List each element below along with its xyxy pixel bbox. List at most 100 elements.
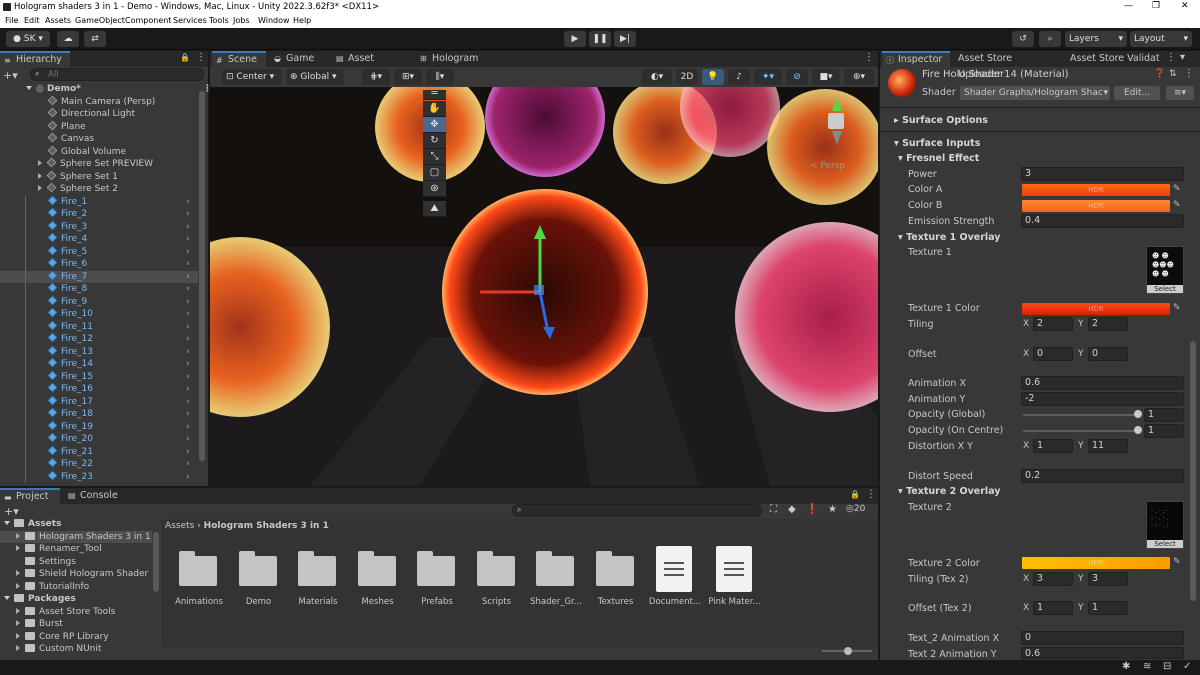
menu-assets[interactable]: Assets [45,16,71,25]
help-icon[interactable]: ❓ [1154,69,1165,79]
camera-icon[interactable]: ■▾ [812,69,840,85]
surface-inputs-foldout[interactable]: ▾ Surface Inputs [894,138,980,149]
draw-mode-icon[interactable]: ◐▾ [642,69,672,85]
tab-console[interactable]: ▤ Console [64,488,126,504]
projection-label[interactable]: < Persp [810,161,845,171]
tab-project[interactable]: ▬ Project [0,488,60,504]
animation-y-field[interactable]: -2 [1021,392,1184,406]
tiling2-x-field[interactable]: 3 [1033,572,1073,586]
tree-item[interactable]: TutorialInfo [16,581,89,594]
asset-folder[interactable]: Materials [288,541,348,611]
offset-y-field[interactable]: 0 [1088,347,1128,361]
shader-menu-icon[interactable]: ≡▾ [1166,86,1194,100]
hierarchy-item-fire[interactable]: Fire_6 › [0,257,198,271]
hierarchy-item-fire[interactable]: Fire_17 › [0,395,198,408]
chevron-right-icon[interactable]: › [186,246,190,259]
fresnel-foldout[interactable]: ▾ Fresnel Effect [898,153,979,164]
filter-label-icon[interactable]: ◆ [788,504,796,515]
opacity-global-field[interactable]: 1 [1144,408,1184,422]
menu-tools[interactable]: Tools [209,16,229,25]
tab-hologram-shader[interactable]: ⊞Hologram Shader [416,51,516,80]
asset-folder[interactable]: Meshes [348,541,408,611]
texture2-slot[interactable]: ·.·:·:·.·. ·:·.: Select [1146,501,1184,549]
global-space-dropdown[interactable]: ⊕ Global ▾ [286,69,344,85]
eyedropper-icon[interactable]: ✎ [1173,304,1182,313]
hierarchy-item[interactable]: Sphere Set PREVIEW [38,157,153,171]
more-icon[interactable]: ⋮ [866,489,876,500]
snap-increment-icon[interactable]: ⊞▾ [394,69,422,85]
chevron-right-icon[interactable]: › [186,371,190,384]
hierarchy-item-fire[interactable]: Fire_10 › [0,307,198,321]
chevron-right-icon[interactable]: › [186,208,190,221]
chevron-right-icon[interactable]: › [186,296,190,309]
text2-animation-x-field[interactable]: 0 [1021,631,1184,645]
audio-icon[interactable]: ♪ [728,69,750,85]
tiling-y-field[interactable]: 2 [1088,317,1128,331]
asset-folder[interactable]: Prefabs [407,541,467,611]
hidden-objects-icon[interactable]: ⊘ [786,69,808,85]
chevron-right-icon[interactable]: › [186,333,190,346]
cloud-icon[interactable]: ☁ [57,31,79,47]
menu-services[interactable]: Services [173,16,207,25]
chevron-right-icon[interactable]: › [186,283,190,296]
hierarchy-item[interactable]: Sphere Set 1 [38,170,118,184]
slider-knob[interactable] [1134,410,1142,418]
rotate-tool-icon[interactable]: ↻ [423,133,446,149]
add-icon[interactable]: +▾ [3,69,25,82]
more-icon[interactable]: ⋮ [196,52,206,63]
scale-tool-icon[interactable]: ⤡ [423,149,446,165]
asset-folder[interactable]: Animations [169,541,229,611]
chevron-right-icon[interactable]: › [186,433,190,446]
chevron-right-icon[interactable]: › [186,471,190,484]
tree-item[interactable]: Shield Hologram Shader [16,568,148,581]
bug-icon[interactable]: ✱ [1122,661,1130,672]
lighting-icon[interactable]: 💡 [702,69,724,85]
tab-asset-store[interactable]: ▤Asset Store [332,51,408,80]
transform-tool-icon[interactable]: ⊛ [423,181,446,197]
texture1-slot[interactable]: ☻ ☻ ☻☻☻ ☻ ☻ Select [1146,246,1184,294]
menu-component[interactable]: Component [125,16,171,25]
tree-item[interactable]: Asset Store Tools [16,606,115,619]
offset2-x-field[interactable]: 1 [1033,601,1073,615]
gizmos-icon[interactable]: ⊕▾ [844,69,874,85]
effects-icon[interactable]: ✦▾ [754,69,782,85]
hierarchy-item-fire[interactable]: Fire_11 › [0,320,198,333]
tree-assets[interactable]: Assets [4,518,61,531]
check-circle-icon[interactable]: ✓ [1183,661,1191,672]
menu-help[interactable]: Help [293,16,311,25]
hierarchy-item-fire[interactable]: Fire_3 › [0,220,198,234]
texture1-overlay-foldout[interactable]: ▾ Texture 1 Overlay [898,232,1001,243]
hierarchy-item-fire[interactable]: Fire_2 › [0,207,198,221]
menu-window[interactable]: Window [258,16,290,25]
pause-button[interactable]: ❚❚ [589,31,611,47]
tiling-x-field[interactable]: 2 [1033,317,1073,331]
hierarchy-item-fire[interactable]: Fire_4 › [0,232,198,246]
chevron-right-icon[interactable]: › [186,221,190,234]
layers-dropdown[interactable]: Layers ▾ [1065,31,1127,47]
network-icon[interactable]: ⊟ [1163,661,1171,672]
move-tool-icon[interactable]: ✥ [423,117,446,133]
tab-asset-store-validator[interactable]: Asset Store Validat [1064,51,1162,67]
tree-item[interactable]: Hologram Shaders 3 in 1 [0,530,152,543]
tree-item[interactable]: Core RP Library [16,631,109,644]
tree-item[interactable]: Burst [16,618,63,631]
step-button[interactable]: ▶| [614,31,636,47]
chevron-right-icon[interactable]: › [186,233,190,246]
hierarchy-item-fire[interactable]: Fire_1 › [0,195,198,208]
shader-dropdown[interactable]: Shader Graphs/Hologram Shac ▾ [960,86,1110,100]
texture1-color-swatch[interactable]: HDR [1022,303,1170,315]
hierarchy-item-fire[interactable]: Fire_5 › [0,245,198,259]
cache-server-icon[interactable]: ≋ [1143,661,1151,672]
hierarchy-item-fire[interactable]: Fire_8 › [0,282,198,296]
grid-snap-icon[interactable]: ⋕▾ [362,69,390,85]
eyedropper-icon[interactable]: ✎ [1173,558,1182,567]
hierarchy-item-fire[interactable]: Fire_14 › [0,357,198,371]
chevron-right-icon[interactable]: › [186,458,190,471]
minimize-icon[interactable]: — [1124,1,1133,11]
hierarchy-item-fire[interactable]: Fire_15 › [0,370,198,384]
inspector-scrollbar[interactable] [1190,341,1196,601]
hierarchy-item[interactable]: Sphere Set 2 [38,182,118,196]
asset-folder[interactable]: Scripts [467,541,527,611]
hierarchy-search-input[interactable]: ⌕ All [30,68,204,81]
hierarchy-item-fire[interactable]: Fire_13 › [0,345,198,358]
